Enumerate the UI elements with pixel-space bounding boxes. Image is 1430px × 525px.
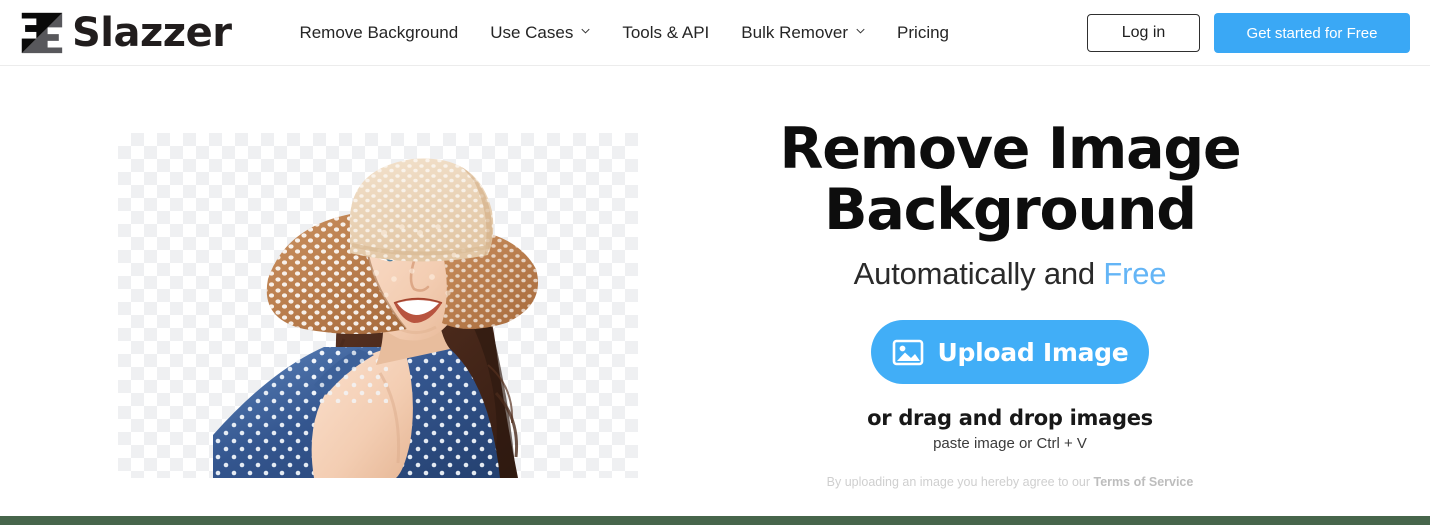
get-started-button[interactable]: Get started for Free bbox=[1214, 13, 1410, 53]
nav-label: Bulk Remover bbox=[741, 22, 849, 42]
upload-image-button[interactable]: Upload Image bbox=[871, 320, 1149, 384]
page-title: Remove Image Background bbox=[700, 67, 1320, 241]
picture-icon bbox=[892, 339, 923, 365]
brand-name: Slazzer bbox=[72, 9, 232, 56]
drag-drop-text: or drag and drop images bbox=[867, 406, 1153, 430]
preview-photo bbox=[213, 158, 538, 478]
slazzer-logo-icon bbox=[21, 12, 63, 53]
upload-action-area: Upload Image bbox=[700, 320, 1320, 384]
headline-line-1: Remove Image bbox=[779, 116, 1242, 182]
subtitle-accent: Free bbox=[1103, 256, 1167, 291]
nav-label: Tools & API bbox=[622, 22, 710, 42]
site-header: Slazzer Remove Background Use Cases Tool… bbox=[0, 0, 1430, 66]
hero-copy: Remove Image Background Automatically an… bbox=[700, 67, 1320, 519]
paste-hint-text: paste image or Ctrl + V bbox=[933, 435, 1087, 452]
terms-prefix: By uploading an image you hereby agree t… bbox=[826, 475, 1094, 489]
nav-label: Remove Background bbox=[299, 22, 459, 42]
header-actions: Log in Get started for Free bbox=[1087, 0, 1410, 66]
login-button[interactable]: Log in bbox=[1087, 14, 1200, 52]
nav-item-bulk-remover[interactable]: Bulk Remover bbox=[725, 23, 881, 43]
nav-item-remove-background[interactable]: Remove Background bbox=[283, 23, 474, 43]
footer-accent-bar bbox=[0, 516, 1430, 525]
nav-item-pricing[interactable]: Pricing bbox=[881, 23, 965, 43]
brand-logo[interactable]: Slazzer bbox=[14, 0, 232, 66]
nav-item-use-cases[interactable]: Use Cases bbox=[474, 23, 606, 43]
main-navigation: Remove Background Use Cases Tools & API … bbox=[283, 23, 965, 43]
page-root: Slazzer Remove Background Use Cases Tool… bbox=[0, 0, 1430, 525]
nav-label: Pricing bbox=[897, 22, 950, 42]
hero-section: Remove Image Background Automatically an… bbox=[0, 67, 1430, 519]
chevron-down-icon bbox=[856, 28, 865, 37]
terms-notice: By uploading an image you hereby agree t… bbox=[700, 452, 1320, 489]
upload-button-label: Upload Image bbox=[937, 337, 1129, 367]
nav-item-tools-api[interactable]: Tools & API bbox=[606, 23, 725, 43]
terms-of-service-link[interactable]: Terms of Service bbox=[1094, 475, 1194, 489]
image-preview-checkerboard bbox=[118, 133, 638, 478]
headline-line-2: Background bbox=[824, 177, 1197, 243]
hero-subtitle: Automatically and Free bbox=[700, 241, 1320, 292]
chevron-down-icon bbox=[581, 28, 590, 37]
subtitle-prefix: Automatically and bbox=[853, 256, 1104, 291]
nav-label: Use Cases bbox=[490, 22, 574, 42]
